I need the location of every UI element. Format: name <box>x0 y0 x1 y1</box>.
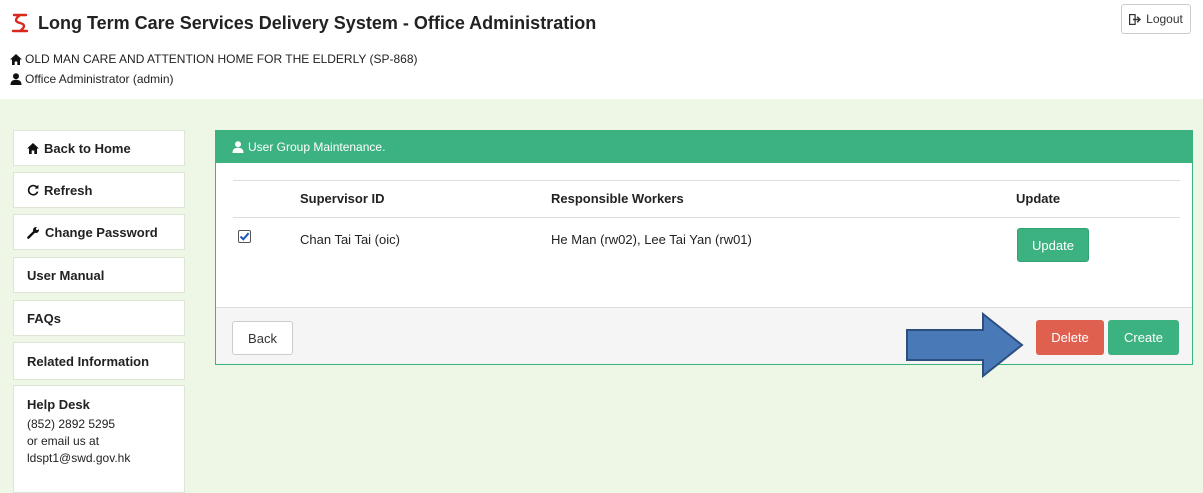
sidebar-item-label: FAQs <box>27 310 61 326</box>
sidebar-item-related-information[interactable]: Related Information <box>13 342 185 380</box>
logout-button[interactable]: Logout <box>1121 4 1191 34</box>
row-select-checkbox[interactable] <box>238 230 251 243</box>
page-title: Long Term Care Services Delivery System … <box>38 12 597 33</box>
column-header-supervisor-id: Supervisor ID <box>300 191 385 206</box>
user-group-panel: User Group Maintenance. Supervisor ID Re… <box>215 130 1193 365</box>
panel-header: User Group Maintenance. <box>216 131 1192 163</box>
helpdesk-box: Help Desk (852) 2892 5295 or email us at… <box>13 385 185 493</box>
helpdesk-email-prefix: or email us at <box>27 434 100 448</box>
sidebar-item-label: Change Password <box>45 224 158 240</box>
home-icon <box>10 53 22 65</box>
sidebar-item-label: Back to Home <box>44 140 131 156</box>
user-line: Office Administrator (admin) <box>10 72 174 86</box>
sidebar-item-change-password[interactable]: Change Password <box>13 214 185 250</box>
update-button[interactable]: Update <box>1017 228 1089 262</box>
delete-button[interactable]: Delete <box>1036 320 1104 355</box>
back-button[interactable]: Back <box>232 321 293 355</box>
user-icon <box>232 141 244 153</box>
user-icon <box>10 73 22 85</box>
panel-title: User Group Maintenance. <box>248 140 386 154</box>
sidebar-item-label: Refresh <box>44 182 93 198</box>
organization-name: OLD MAN CARE AND ATTENTION HOME FOR THE … <box>25 52 418 66</box>
annotation-arrow-icon <box>906 312 1024 378</box>
home-icon <box>27 142 39 154</box>
responsible-workers-cell: He Man (rw02), Lee Tai Yan (rw01) <box>551 232 752 247</box>
app-header: Long Term Care Services Delivery System … <box>0 0 1203 99</box>
supervisor-id-cell: Chan Tai Tai (oic) <box>300 232 400 247</box>
sidebar-item-refresh[interactable]: Refresh <box>13 172 185 208</box>
table-divider <box>233 180 1180 181</box>
swd-logo-icon <box>11 13 29 33</box>
sidebar-item-back-to-home[interactable]: Back to Home <box>13 130 185 166</box>
helpdesk-email-link[interactable]: ldspt1@swd.gov.hk <box>27 450 184 467</box>
column-header-update: Update <box>1016 191 1061 206</box>
sidebar-item-user-manual[interactable]: User Manual <box>13 257 185 293</box>
create-button[interactable]: Create <box>1108 320 1179 355</box>
app-title-bar: Long Term Care Services Delivery System … <box>10 12 596 34</box>
current-user: Office Administrator (admin) <box>25 72 174 86</box>
organization-line: OLD MAN CARE AND ATTENTION HOME FOR THE … <box>10 52 418 66</box>
sidebar-item-label: User Manual <box>27 267 105 283</box>
wrench-icon <box>27 226 39 239</box>
checkmark-icon <box>239 232 250 241</box>
panel-footer: Back Delete Create <box>216 307 1192 364</box>
logout-label: Logout <box>1146 12 1183 26</box>
sidebar-item-faqs[interactable]: FAQs <box>13 300 185 336</box>
sidebar-item-label: Related Information <box>27 353 150 369</box>
column-header-responsible-workers: Responsible Workers <box>551 191 684 206</box>
logout-icon <box>1129 13 1142 25</box>
helpdesk-phone: (852) 2892 5295 <box>27 417 116 431</box>
refresh-icon <box>27 184 39 196</box>
helpdesk-title: Help Desk <box>27 397 90 412</box>
table-divider <box>233 217 1180 218</box>
